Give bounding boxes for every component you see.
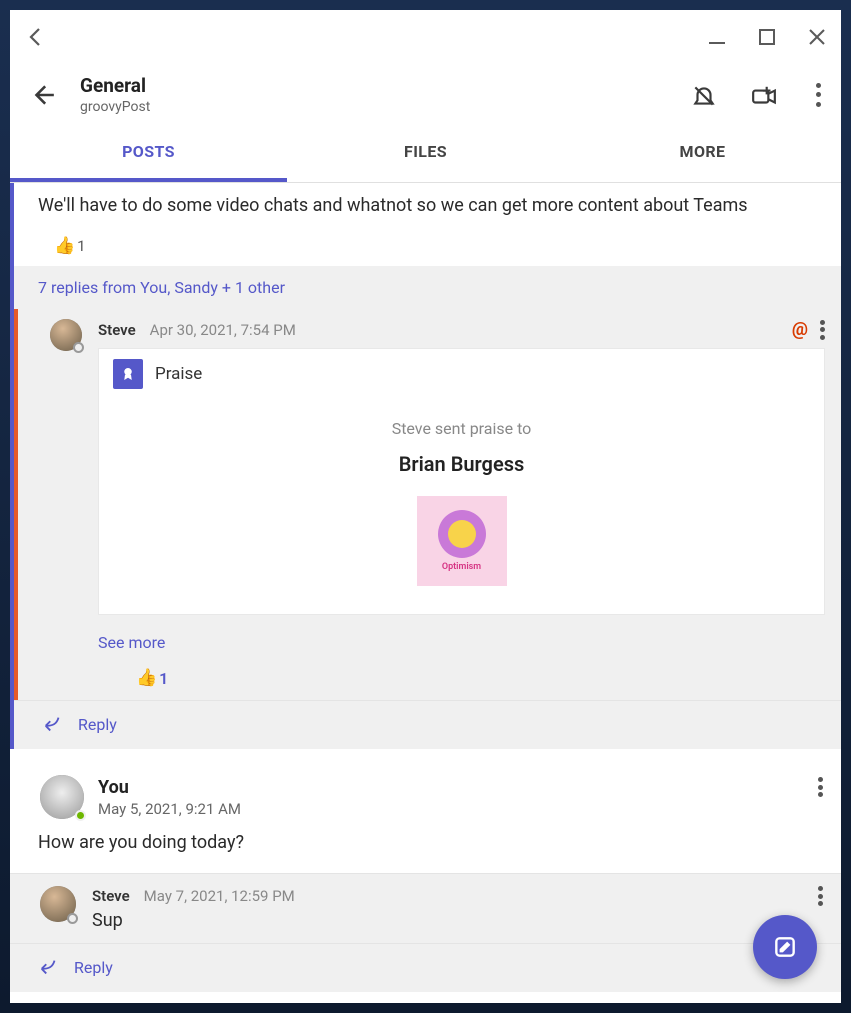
reply-more-button[interactable]	[818, 886, 823, 906]
status-online-icon	[75, 810, 86, 821]
reply-header: Steve Apr 30, 2021, 7:54 PM @	[46, 319, 825, 340]
maximize-icon[interactable]	[757, 27, 777, 47]
sun-icon	[438, 510, 486, 558]
tab-more[interactable]: MORE	[564, 125, 841, 182]
praise-body: Steve sent praise to Brian Burgess Optim…	[99, 399, 824, 614]
reply-link[interactable]: Reply	[78, 715, 117, 734]
avatar	[40, 775, 84, 819]
reaction-bar[interactable]: 👍 1	[14, 228, 841, 266]
praise-recipient: Brian Burgess	[119, 452, 804, 476]
reaction-count: 1	[159, 669, 168, 688]
status-away-icon	[73, 342, 84, 353]
channel-header: General groovyPost	[10, 64, 841, 125]
tab-bar: POSTS FILES MORE	[10, 125, 841, 183]
praise-sticker: Optimism	[417, 496, 507, 586]
close-icon[interactable]	[807, 27, 827, 47]
compose-button[interactable]	[753, 915, 817, 979]
mention-icon: @	[792, 319, 808, 340]
reaction-count: 1	[77, 237, 85, 255]
thread-item: You May 5, 2021, 9:21 AM How are you doi…	[10, 761, 841, 992]
channel-title: General	[80, 74, 655, 97]
reply-timestamp: Apr 30, 2021, 7:54 PM	[150, 321, 296, 339]
post-author: You	[98, 777, 241, 798]
praise-card[interactable]: Praise Steve sent praise to Brian Burges…	[98, 348, 825, 615]
post-timestamp: May 5, 2021, 9:21 AM	[98, 800, 241, 818]
replies-summary[interactable]: 7 replies from You, Sandy + 1 other	[14, 266, 841, 309]
reply-author: Steve	[92, 887, 130, 905]
channel-subtitle: groovyPost	[80, 99, 655, 115]
reply-arrow-icon	[42, 713, 64, 735]
praise-label: Praise	[155, 364, 202, 384]
thumbs-up-icon: 👍	[54, 236, 75, 256]
reply-bar[interactable]: Reply	[14, 700, 841, 749]
reply-timestamp: May 7, 2021, 12:59 PM	[144, 887, 295, 905]
reply-header: Steve May 7, 2021, 12:59 PM	[38, 886, 823, 906]
video-call-icon[interactable]	[751, 83, 775, 107]
post-message: How are you doing today?	[38, 818, 823, 853]
posts-feed[interactable]: We'll have to do some video chats and wh…	[10, 183, 841, 1003]
avatar	[50, 319, 82, 351]
notifications-off-icon[interactable]	[691, 83, 715, 107]
reply-link[interactable]: Reply	[74, 958, 113, 977]
reaction-bar[interactable]: 👍 1	[46, 658, 825, 700]
title-bar	[10, 10, 841, 64]
avatar	[40, 886, 76, 922]
thumbs-up-icon: 👍	[136, 668, 157, 688]
reply-message: Sup	[38, 910, 823, 931]
reply-item: Steve Apr 30, 2021, 7:54 PM @ Praise	[14, 309, 841, 700]
reply-bar[interactable]: Reply	[10, 943, 841, 992]
reply-more-button[interactable]	[820, 320, 825, 340]
praise-badge-icon	[113, 359, 143, 389]
reply-author: Steve	[98, 321, 136, 339]
channel-back-button[interactable]	[30, 82, 56, 108]
post-more-button[interactable]	[818, 777, 823, 797]
thread-item: We'll have to do some video chats and wh…	[10, 183, 841, 749]
tab-files[interactable]: FILES	[287, 125, 564, 182]
post-message: We'll have to do some video chats and wh…	[14, 183, 841, 228]
post-item: You May 5, 2021, 9:21 AM How are you doi…	[10, 761, 841, 867]
sticker-label: Optimism	[442, 562, 481, 572]
status-away-icon	[67, 913, 78, 924]
app-window: General groovyPost POSTS FILES MORE We'l…	[10, 10, 841, 1003]
minimize-icon[interactable]	[707, 27, 727, 47]
reply-item: Steve May 7, 2021, 12:59 PM Sup	[10, 873, 841, 943]
praise-sent-text: Steve sent praise to	[119, 419, 804, 438]
channel-info: General groovyPost	[72, 74, 655, 115]
post-header: You May 5, 2021, 9:21 AM	[38, 777, 823, 818]
reply-arrow-icon	[38, 956, 60, 978]
praise-header: Praise	[99, 349, 824, 399]
channel-more-button[interactable]	[815, 83, 821, 107]
tab-posts[interactable]: POSTS	[10, 125, 287, 182]
see-more-link[interactable]: See more	[46, 615, 825, 658]
history-back-button[interactable]	[24, 25, 48, 49]
